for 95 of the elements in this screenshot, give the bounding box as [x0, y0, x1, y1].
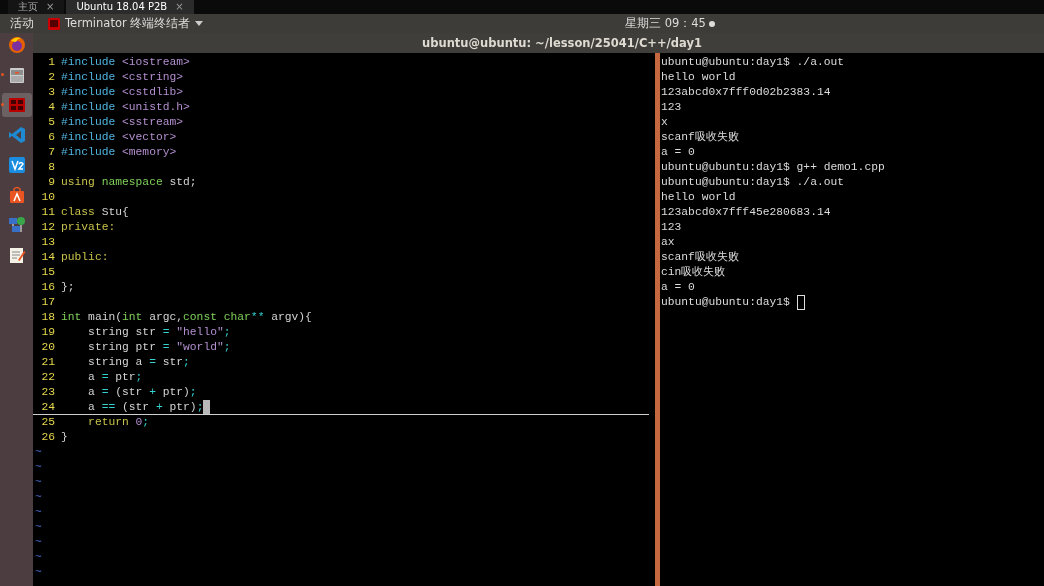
empty-line-marker: ~	[35, 446, 42, 458]
app-name: Terminator 终端终结者	[65, 16, 191, 31]
line-number: 23	[40, 385, 55, 399]
terminal-line: a = 0	[661, 280, 695, 295]
empty-line-marker: ~	[35, 551, 42, 563]
line-number: 2	[47, 70, 55, 84]
remote-viewer-icon	[6, 155, 27, 175]
code-line: #include <memory>	[61, 145, 177, 159]
tab-label: Ubuntu 18.04 P2B	[76, 0, 168, 14]
browser-tab[interactable]: 主页 ×	[8, 0, 65, 14]
terminal-line: hello world	[661, 190, 736, 205]
line-number: 15	[40, 265, 55, 279]
line-number: 25	[40, 415, 55, 429]
network-icon	[6, 215, 27, 235]
code-line: #include <cstdlib>	[61, 85, 184, 99]
empty-line-marker: ~	[35, 521, 42, 533]
terminal-line: hello world	[661, 70, 736, 85]
empty-line-marker: ~	[35, 491, 42, 503]
text-cursor	[203, 400, 211, 414]
terminal-line: ubuntu@ubuntu:day1$ ./a.out	[661, 55, 845, 70]
terminal-line: ubuntu@ubuntu:day1$ g++ demo1.cpp	[661, 160, 885, 175]
code-line: int main(int argc,const char** argv){	[61, 310, 312, 324]
close-icon[interactable]: ×	[175, 0, 184, 14]
code-line: #include <sstream>	[61, 115, 184, 129]
line-number: 19	[40, 325, 55, 339]
code-line: };	[61, 280, 75, 294]
empty-line-marker: ~	[35, 506, 42, 518]
line-number: 4	[47, 100, 55, 114]
empty-line-marker: ~	[35, 536, 42, 548]
running-indicator	[0, 103, 4, 106]
terminal-line: 123	[661, 100, 682, 115]
code-editor-icon	[6, 125, 27, 145]
line-number: 5	[47, 115, 55, 129]
line-number: 18	[40, 310, 55, 324]
terminal-line: ubuntu@ubuntu:day1$	[661, 295, 791, 310]
terminal-line: a = 0	[661, 145, 695, 160]
browser-tab[interactable]: Ubuntu 18.04 P2B ×	[66, 0, 194, 14]
code-line: #include <vector>	[61, 130, 177, 144]
notification-dot-icon	[708, 20, 715, 27]
code-line: #include <unistd.h>	[61, 100, 190, 114]
terminal-icon	[6, 95, 27, 115]
line-number: 26	[40, 430, 55, 444]
code-line: string ptr = "world";	[87, 340, 231, 354]
line-number: 21	[40, 355, 55, 369]
empty-line-marker: ~	[35, 476, 42, 488]
terminal-line: 123	[661, 220, 682, 235]
code-line: }	[61, 430, 68, 444]
terminal-line: ax	[661, 235, 675, 250]
line-number: 11	[40, 205, 55, 219]
code-line: a = (str + ptr);	[87, 385, 197, 399]
empty-line-marker: ~	[35, 461, 42, 473]
clock[interactable]: 星期三 09：45	[625, 16, 706, 31]
code-line: private:	[61, 220, 116, 234]
line-number: 12	[40, 220, 55, 234]
app-menu[interactable]: Terminator 终端终结者	[48, 16, 204, 31]
line-number: 8	[47, 160, 55, 174]
running-indicator	[0, 73, 4, 76]
terminal-line: cin吸收失败	[661, 265, 726, 280]
line-number: 16	[40, 280, 55, 294]
code-line: string str = "hello";	[87, 325, 231, 339]
code-line: #include <iostream>	[61, 55, 190, 69]
terminal-line: scanf吸收失败	[661, 130, 739, 145]
close-icon[interactable]: ×	[46, 0, 55, 14]
terminal-line: ubuntu@ubuntu:day1$ ./a.out	[661, 175, 845, 190]
terminal-line: x	[661, 115, 668, 130]
line-number: 3	[47, 85, 55, 99]
caret-icon	[195, 21, 204, 26]
code-line: a = ptr;	[87, 370, 143, 384]
terminal-icon	[48, 17, 60, 30]
code-line: a == (str + ptr);	[61, 400, 211, 414]
window-title: ubuntu@ubuntu: ~/lesson/25041/C++/day1	[33, 33, 1044, 53]
line-number: 7	[47, 145, 55, 159]
line-number: 6	[47, 130, 55, 144]
terminal-line: 123abcd0x7fff0d02b2383.14	[661, 85, 831, 100]
code-line: using namespace std;	[61, 175, 197, 189]
code-line: return 0;	[87, 415, 150, 429]
line-number: 13	[40, 235, 55, 249]
line-number: 1	[47, 55, 55, 69]
line-number: 17	[40, 295, 55, 309]
activities-button[interactable]: 活动	[10, 15, 34, 32]
code-line: public:	[61, 250, 109, 264]
firefox-icon	[6, 35, 27, 55]
tab-label: 主页	[18, 0, 38, 14]
code-line: string a = str;	[87, 355, 190, 369]
code-line: #include <cstring>	[61, 70, 184, 84]
empty-line-marker: ~	[35, 566, 42, 578]
line-number: 14	[40, 250, 55, 264]
line-number: 9	[47, 175, 55, 189]
line-number: 22	[40, 370, 55, 384]
terminal-line: 123abcd0x7fff45e280683.14	[661, 205, 831, 220]
line-number: 20	[40, 340, 55, 354]
terminal-line: scanf吸收失败	[661, 250, 739, 265]
code-line: class Stu{	[61, 205, 129, 219]
line-number: 24	[40, 400, 55, 414]
line-number: 10	[40, 190, 55, 204]
